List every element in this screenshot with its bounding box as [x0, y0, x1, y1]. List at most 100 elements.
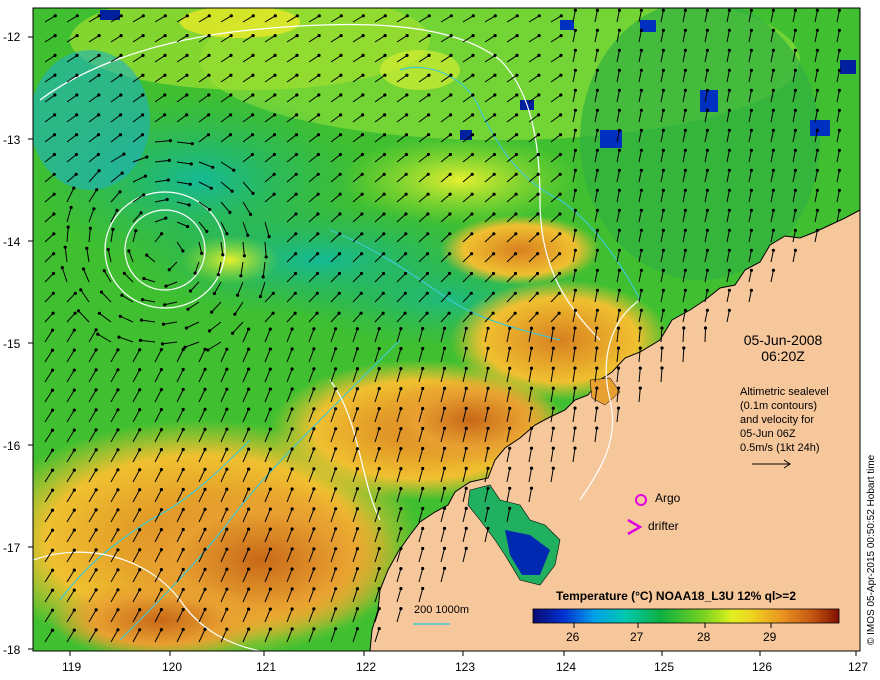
- timestamp-date: 05-Jun-2008: [743, 332, 823, 348]
- lon-tick-label: 124: [556, 660, 577, 674]
- velocity-arrowhead: [537, 34, 541, 38]
- velocity-arrowhead: [661, 148, 666, 152]
- velocity-arrowhead: [94, 588, 98, 592]
- velocity-arrowhead: [94, 448, 98, 452]
- velocity-arrowhead: [617, 148, 622, 152]
- velocity-arrowhead: [638, 326, 642, 330]
- velocity-arrowhead: [361, 53, 365, 58]
- velocity-arrowhead: [515, 14, 519, 18]
- velocity-arrowhead: [399, 427, 403, 431]
- velocity-arrowhead: [203, 627, 207, 632]
- velocity-arrowhead: [261, 275, 265, 279]
- velocity-arrowhead: [382, 133, 387, 137]
- velocity-arrowhead: [595, 88, 600, 92]
- velocity-arrowhead: [382, 192, 386, 196]
- velocity-arrowhead: [595, 28, 600, 32]
- velocity-arrowhead: [186, 307, 190, 311]
- velocity-arrowhead: [557, 271, 562, 276]
- velocity-arrowhead: [268, 447, 272, 451]
- velocity-arrowhead: [382, 212, 386, 216]
- velocity-arrowhead: [143, 174, 147, 178]
- velocity-arrowhead: [339, 93, 343, 97]
- velocity-arrowhead: [337, 291, 341, 295]
- velocity-arrowhead: [425, 271, 430, 276]
- velocity-arrowhead: [529, 466, 534, 470]
- velocity-arrowhead: [116, 388, 120, 392]
- velocity-arrowhead: [727, 28, 732, 32]
- velocity-arrowhead: [312, 427, 316, 431]
- velocity-arrowhead: [312, 547, 316, 551]
- velocity-arrowhead: [359, 291, 363, 295]
- velocity-arrowhead: [250, 152, 254, 157]
- velocity-arrowhead: [53, 53, 57, 58]
- velocity-arrowhead: [464, 426, 468, 430]
- velocity-arrowhead: [118, 190, 122, 194]
- velocity-arrowhead: [139, 318, 144, 322]
- velocity-arrowhead: [185, 73, 189, 77]
- velocity-arrowhead: [771, 88, 776, 92]
- velocity-arrowhead: [138, 348, 142, 352]
- velocity-arrowhead: [529, 446, 534, 450]
- velocity-arrowhead: [72, 428, 76, 432]
- velocity-arrowhead: [771, 28, 776, 32]
- velocity-arrowhead: [793, 48, 798, 52]
- velocity-arrowhead: [247, 487, 251, 491]
- velocity-arrowhead: [247, 347, 251, 351]
- velocity-arrowhead: [559, 14, 563, 18]
- velocity-arrowhead: [229, 73, 233, 77]
- velocity-arrowhead: [705, 28, 710, 32]
- velocity-arrowhead: [617, 208, 622, 212]
- velocity-arrowhead: [116, 428, 120, 432]
- velocity-arrowhead: [119, 73, 123, 77]
- velocity-arrowhead: [159, 508, 163, 512]
- velocity-arrowhead: [181, 567, 185, 572]
- velocity-arrowhead: [595, 346, 599, 350]
- velocity-arrowhead: [317, 73, 321, 77]
- velocity-arrowhead: [837, 208, 842, 212]
- velocity-arrowhead: [207, 34, 211, 38]
- velocity-arrowhead: [399, 327, 403, 331]
- velocity-arrowhead: [421, 446, 425, 451]
- velocity-arrowhead: [404, 133, 409, 137]
- velocity-arrowhead: [837, 128, 842, 132]
- velocity-arrowhead: [50, 388, 55, 392]
- velocity-arrowhead: [120, 293, 124, 297]
- velocity-arrowhead: [225, 232, 229, 236]
- velocity-arrowhead: [617, 88, 622, 92]
- velocity-arrowhead: [837, 168, 842, 172]
- velocity-arrowhead: [405, 53, 409, 58]
- velocity-arrowhead: [140, 133, 145, 137]
- velocity-arrowhead: [268, 367, 272, 371]
- velocity-arrowhead: [119, 113, 123, 117]
- velocity-arrowhead: [51, 271, 56, 276]
- velocity-arrowhead: [513, 291, 517, 295]
- velocity-arrowhead: [661, 68, 666, 72]
- velocity-arrowhead: [355, 547, 359, 551]
- velocity-arrowhead: [355, 487, 359, 491]
- velocity-arrowhead: [184, 326, 188, 330]
- velocity-arrowhead: [639, 48, 644, 52]
- velocity-arrowhead: [355, 567, 359, 571]
- velocity-arrowhead: [616, 406, 621, 410]
- velocity-arrowhead: [118, 314, 122, 318]
- velocity-arrowhead: [97, 169, 101, 173]
- velocity-arrowhead: [295, 93, 299, 97]
- velocity-arrowhead: [421, 546, 425, 551]
- velocity-arrowhead: [536, 133, 541, 137]
- velocity-arrowhead: [464, 386, 468, 390]
- velocity-arrowhead: [72, 488, 76, 492]
- velocity-arrowhead: [355, 527, 359, 531]
- velocity-arrowhead: [181, 407, 185, 412]
- timestamp: 05-Jun-2008 06:20Z: [728, 332, 838, 364]
- velocity-arrowhead: [442, 466, 447, 470]
- velocity-arrowhead: [138, 608, 142, 612]
- velocity-arrowhead: [334, 447, 338, 451]
- velocity-arrowhead: [181, 487, 185, 492]
- velocity-arrowhead: [271, 311, 275, 315]
- velocity-arrowhead: [181, 507, 185, 512]
- velocity-arrowhead: [638, 386, 642, 390]
- velocity-arrowhead: [536, 152, 541, 157]
- velocity-arrowhead: [771, 188, 776, 192]
- velocity-arrowhead: [188, 289, 193, 293]
- velocity-arrowhead: [290, 567, 294, 571]
